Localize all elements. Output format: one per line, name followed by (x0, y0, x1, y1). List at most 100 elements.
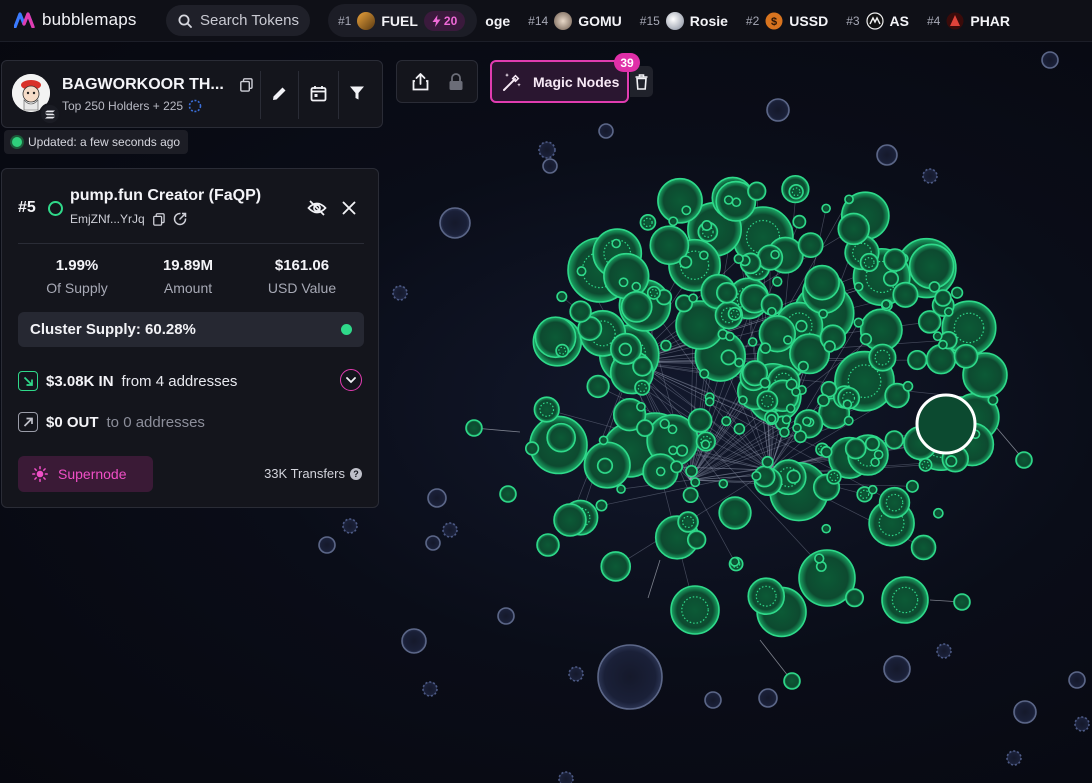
holder-bubble-gray[interactable] (1041, 51, 1059, 69)
holder-bubble[interactable] (918, 457, 933, 472)
holder-bubble[interactable] (546, 422, 576, 453)
holder-bubble-gray[interactable] (704, 691, 722, 709)
holder-bubble[interactable] (845, 588, 865, 608)
holder-bubble[interactable] (725, 331, 735, 342)
ticker-item-gomu[interactable]: #14 GOMU (528, 4, 622, 37)
holder-bubble[interactable] (934, 289, 952, 307)
holder-bubble[interactable] (596, 457, 614, 474)
ticker-item-as[interactable]: #3 AS (846, 4, 909, 37)
holder-bubble[interactable] (859, 332, 873, 346)
holder-bubble[interactable] (853, 281, 864, 292)
holder-bubble[interactable] (465, 419, 483, 437)
holder-bubble[interactable] (772, 276, 783, 287)
holder-bubble[interactable] (670, 585, 720, 635)
holder-bubble[interactable] (687, 408, 713, 433)
holder-bubble[interactable] (910, 534, 937, 561)
holder-bubble[interactable] (821, 203, 831, 214)
ticker-item-rosie[interactable]: #15 Rosie (640, 4, 728, 37)
holder-bubble[interactable] (556, 290, 568, 303)
holder-bubble[interactable] (1015, 451, 1033, 469)
holder-bubble[interactable] (699, 250, 709, 261)
holder-bubble[interactable] (937, 339, 948, 350)
holder-bubble-gray[interactable] (497, 607, 515, 625)
help-icon[interactable]: ? (350, 467, 362, 480)
holder-bubble[interactable] (892, 281, 919, 308)
holder-bubble[interactable] (667, 424, 678, 435)
holder-bubble[interactable] (756, 390, 779, 413)
holder-bubble[interactable] (882, 270, 900, 287)
holder-bubble-gray[interactable] (425, 535, 441, 551)
holder-bubble[interactable] (718, 496, 752, 530)
holder-bubble[interactable] (723, 195, 734, 205)
holder-bubble-gray[interactable] (392, 285, 408, 301)
edit-pencil-icon[interactable] (267, 81, 291, 105)
holder-bubble[interactable] (721, 416, 732, 427)
holder-bubble[interactable] (731, 197, 742, 208)
holder-bubble[interactable] (817, 394, 830, 407)
holder-bubble[interactable] (704, 396, 715, 407)
holder-bubble[interactable] (802, 416, 812, 427)
holder-bubble[interactable] (569, 300, 592, 323)
holder-bubble[interactable] (657, 177, 703, 224)
holder-bubble-gray[interactable] (342, 518, 358, 534)
holder-bubble[interactable] (853, 317, 864, 328)
holder-bubble[interactable] (738, 395, 748, 406)
holder-bubble[interactable] (761, 455, 774, 469)
holder-bubble[interactable] (823, 340, 836, 353)
holder-bubble[interactable] (676, 444, 689, 457)
holder-bubble[interactable] (620, 290, 653, 323)
holder-bubble[interactable] (655, 466, 666, 477)
holder-bubble[interactable] (686, 530, 707, 550)
holder-bubble[interactable] (553, 503, 587, 537)
holder-bubble-gray[interactable] (439, 207, 471, 239)
holder-bubble[interactable] (878, 486, 911, 519)
holder-bubble[interactable] (883, 248, 907, 272)
holder-bubble[interactable] (586, 374, 610, 399)
holder-bubble[interactable] (987, 394, 999, 406)
holder-bubble[interactable] (618, 342, 633, 357)
holder-bubble[interactable] (907, 349, 928, 371)
holder-bubble[interactable] (844, 194, 854, 205)
holder-bubble[interactable] (791, 386, 801, 397)
holder-bubble[interactable] (881, 576, 929, 624)
holder-bubble[interactable] (844, 437, 867, 460)
holder-bubble-gray[interactable] (427, 488, 447, 508)
holder-bubble[interactable] (639, 214, 657, 231)
holder-bubble[interactable] (945, 455, 958, 468)
holder-bubble[interactable] (881, 299, 891, 310)
external-link-icon[interactable] (173, 212, 187, 226)
lock-icon[interactable] (444, 70, 468, 94)
holder-bubble[interactable] (499, 485, 517, 503)
holder-bubble-gray[interactable] (597, 644, 663, 710)
holder-bubble[interactable] (751, 470, 762, 482)
holder-bubble[interactable] (804, 264, 840, 301)
holder-bubble[interactable] (797, 232, 824, 259)
holder-bubble[interactable] (616, 484, 626, 494)
holder-bubble[interactable] (795, 319, 808, 333)
holder-bubble[interactable] (864, 436, 880, 452)
cluster-supply-bar[interactable]: Cluster Supply: 60.28% (18, 312, 364, 347)
holder-bubble[interactable] (792, 214, 807, 229)
holder-bubble[interactable] (786, 469, 801, 484)
holder-bubble[interactable] (779, 426, 790, 438)
close-icon[interactable] (338, 197, 360, 219)
holder-bubble[interactable] (953, 343, 979, 369)
holder-bubble[interactable] (659, 418, 670, 429)
holder-bubble[interactable] (781, 414, 792, 425)
holder-bubble[interactable] (733, 423, 746, 435)
holder-bubble[interactable] (700, 439, 711, 450)
holder-bubble[interactable] (943, 307, 954, 317)
holder-bubble-gray[interactable] (922, 168, 938, 184)
holder-bubble[interactable] (685, 464, 698, 478)
holder-bubble[interactable] (950, 286, 964, 299)
holder-bubble[interactable] (727, 306, 742, 321)
holder-bubble[interactable] (677, 511, 699, 533)
holder-bubble[interactable] (905, 479, 919, 493)
holder-bubble-gray[interactable] (558, 771, 574, 783)
holder-bubble[interactable] (747, 577, 786, 616)
holder-bubble-gray[interactable] (1013, 700, 1037, 724)
holder-bubble[interactable] (681, 205, 692, 216)
holder-bubble[interactable] (688, 293, 698, 303)
holder-bubble[interactable] (716, 281, 738, 304)
search-tokens-button[interactable]: Search Tokens (166, 5, 310, 36)
